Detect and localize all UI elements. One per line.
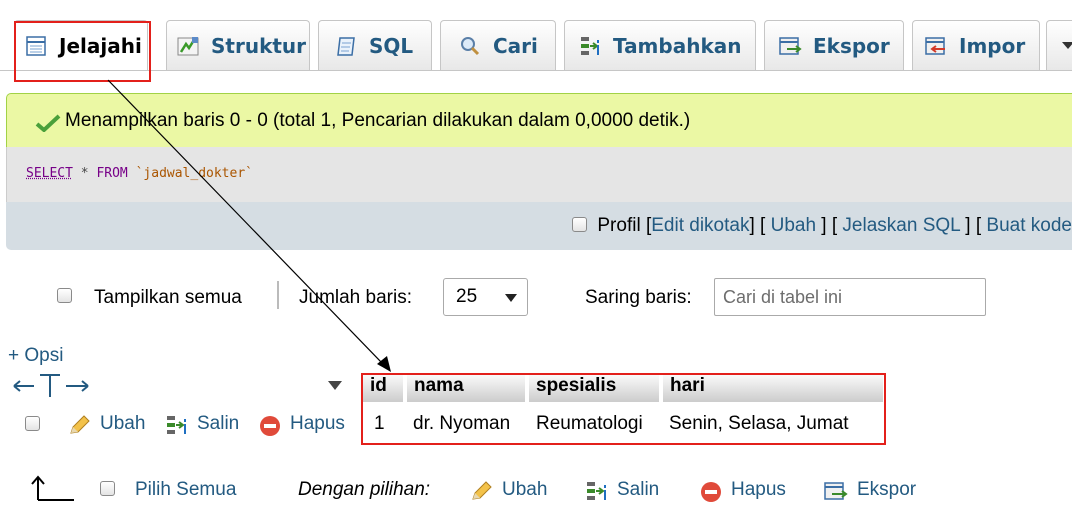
sql-table-name: `jadwal_dokter` [135,166,253,181]
sql-query-box: SELECT * FROM `jadwal_dokter` [6,147,1072,202]
delete-icon[interactable] [258,414,282,438]
copy-icon[interactable] [166,414,190,436]
insert-icon [579,35,601,57]
success-message-bar: Menampilkan baris 0 - 0 (total 1, Pencar… [6,93,1072,148]
table-highlight [361,373,886,445]
show-all-checkbox[interactable] [57,288,72,303]
bulk-copy-link[interactable]: Salin [617,479,659,501]
tab-label: SQL [369,33,414,58]
sql-actions-bar: Profil [Edit dikotak] [ Ubah ] [ Jelaska… [6,202,1072,250]
column-resize-arrows-icon[interactable] [12,373,96,399]
bulk-export-link[interactable]: Ekspor [857,479,916,501]
sql-keyword-from: FROM [96,166,128,181]
tab-import[interactable]: Impor [912,20,1040,70]
check-all-label[interactable]: Pilih Semua [135,479,236,501]
create-code-link[interactable]: Buat kode [986,215,1072,236]
tab-label: Struktur [211,33,307,58]
bulk-delete-link[interactable]: Hapus [731,479,786,501]
tab-label: Cari [493,33,538,58]
filter-placeholder: Cari di tabel ini [723,287,843,307]
check-all-checkbox[interactable] [100,481,115,496]
tab-search[interactable]: Cari [440,20,556,70]
tab-structure[interactable]: Struktur [166,20,310,70]
sql-keyword-select[interactable]: SELECT [26,166,73,181]
copy-icon[interactable] [586,480,610,502]
divider [277,281,279,309]
row-copy-link[interactable]: Salin [197,413,239,435]
options-link[interactable]: + Opsi [8,345,63,367]
chevron-down-icon [505,294,517,302]
sql-icon [335,35,357,57]
rows-label: Jumlah baris: [299,287,412,308]
sort-dropdown-icon[interactable] [327,380,343,392]
profil-label: Profil [597,215,641,236]
row-delete-link[interactable]: Hapus [290,413,345,435]
search-icon [459,35,481,57]
edit-query-link[interactable]: Ubah [771,215,816,236]
tab-label: Impor [959,33,1026,58]
tab-label: Ekspor [813,33,890,58]
chevron-down-icon [1062,41,1072,49]
tab-bar: Jelajahi Struktur SQL Cari Tambahkan Eks… [0,0,1072,88]
navigation-row: Tampilkan semua Jumlah baris: 25 Saring … [0,276,1072,320]
tab-sql[interactable]: SQL [318,20,432,70]
filter-input[interactable]: Cari di tabel ini [714,278,986,316]
tab-bar-line [0,70,1072,71]
tab-more[interactable] [1046,20,1072,70]
rows-value: 25 [456,286,478,307]
sql-star: * [80,166,89,181]
arrow-up-left-icon [31,475,74,501]
explain-sql-link[interactable]: Jelaskan SQL [842,215,960,236]
import-icon [925,35,947,57]
tab-insert[interactable]: Tambahkan [564,20,756,70]
profil-checkbox[interactable] [571,217,587,232]
export-icon[interactable] [824,480,850,502]
structure-icon [177,35,199,57]
bulk-edit-link[interactable]: Ubah [502,479,547,501]
tab-export[interactable]: Ekspor [764,20,904,70]
checkmark-icon [35,114,61,132]
row-checkbox[interactable] [25,416,40,431]
pencil-icon[interactable] [470,480,494,502]
tab-label: Tambahkan [613,33,742,58]
filter-label: Saring baris: [585,287,692,308]
edit-inline-link[interactable]: Edit dikotak [651,215,749,236]
show-all-label: Tampilkan semua [94,287,242,308]
delete-icon[interactable] [699,480,723,504]
bulk-actions-bar: Pilih Semua Dengan pilihan: Ubah Salin H… [0,470,1072,510]
export-icon [779,35,802,57]
rows-select[interactable]: 25 [443,278,528,316]
success-message: Menampilkan baris 0 - 0 (total 1, Pencar… [65,109,691,131]
row-edit-link[interactable]: Ubah [100,413,145,435]
with-selected-label: Dengan pilihan: [298,479,431,500]
browse-tab-highlight [14,21,151,82]
pencil-icon[interactable] [68,414,92,436]
